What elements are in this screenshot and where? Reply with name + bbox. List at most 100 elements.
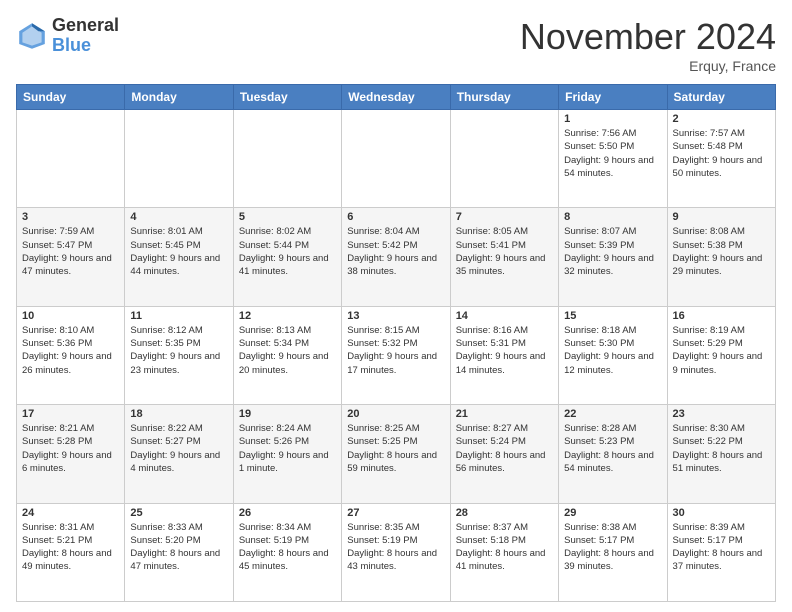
day-number: 17	[22, 408, 119, 420]
day-number: 14	[456, 310, 553, 322]
calendar-table: Sunday Monday Tuesday Wednesday Thursday…	[16, 84, 776, 602]
day-info: Sunrise: 7:56 AM Sunset: 5:50 PM Dayligh…	[564, 127, 661, 180]
week-row-3: 17 Sunrise: 8:21 AM Sunset: 5:28 PM Dayli…	[17, 405, 776, 503]
day-cell: 29Sunrise: 8:38 AM Sunset: 5:17 PM Dayli…	[559, 503, 667, 601]
day-cell: 28 Sunrise: 8:37 AM Sunset: 5:18 PM Dayli…	[450, 503, 558, 601]
day-info: Sunrise: 8:08 AM Sunset: 5:38 PM Dayligh…	[673, 225, 770, 278]
logo-icon	[16, 20, 48, 52]
day-cell	[125, 110, 233, 208]
day-cell: 21Sunrise: 8:27 AM Sunset: 5:24 PM Dayli…	[450, 405, 558, 503]
day-number: 24	[22, 507, 119, 519]
day-number: 1	[564, 113, 661, 125]
day-number: 13	[347, 310, 444, 322]
day-number: 10	[22, 310, 119, 322]
day-info: Sunrise: 8:31 AM Sunset: 5:21 PM Dayligh…	[22, 521, 119, 574]
day-info: Sunrise: 8:37 AM Sunset: 5:18 PM Dayligh…	[456, 521, 553, 574]
day-number: 22	[564, 408, 661, 420]
title-section: November 2024 Erquy, France	[520, 16, 776, 74]
col-sunday: Sunday	[17, 85, 125, 110]
day-info: Sunrise: 8:22 AM Sunset: 5:27 PM Dayligh…	[130, 422, 227, 475]
day-info: Sunrise: 8:35 AM Sunset: 5:19 PM Dayligh…	[347, 521, 444, 574]
col-saturday: Saturday	[667, 85, 775, 110]
day-cell: 22 Sunrise: 8:28 AM Sunset: 5:23 PM Dayli…	[559, 405, 667, 503]
day-info: Sunrise: 8:02 AM Sunset: 5:44 PM Dayligh…	[239, 225, 336, 278]
day-number: 25	[130, 507, 227, 519]
week-row-4: 24 Sunrise: 8:31 AM Sunset: 5:21 PM Dayli…	[17, 503, 776, 601]
day-number: 30	[673, 507, 770, 519]
day-number: 6	[347, 211, 444, 223]
day-info: Sunrise: 7:59 AM Sunset: 5:47 PM Dayligh…	[22, 225, 119, 278]
day-info: Sunrise: 8:38 AM Sunset: 5:17 PM Dayligh…	[564, 521, 661, 574]
day-info: Sunrise: 8:27 AM Sunset: 5:24 PM Dayligh…	[456, 422, 553, 475]
logo-text: General Blue	[52, 16, 119, 56]
day-number: 20	[347, 408, 444, 420]
day-number: 3	[22, 211, 119, 223]
day-info: Sunrise: 8:24 AM Sunset: 5:26 PM Dayligh…	[239, 422, 336, 475]
day-info: Sunrise: 8:12 AM Sunset: 5:35 PM Dayligh…	[130, 324, 227, 377]
day-info: Sunrise: 8:04 AM Sunset: 5:42 PM Dayligh…	[347, 225, 444, 278]
day-cell: 8Sunrise: 8:07 AM Sunset: 5:39 PM Daylig…	[559, 208, 667, 306]
day-cell: 15Sunrise: 8:18 AM Sunset: 5:30 PM Dayli…	[559, 306, 667, 404]
logo-general-text: General	[52, 16, 119, 36]
header-row: Sunday Monday Tuesday Wednesday Thursday…	[17, 85, 776, 110]
logo: General Blue	[16, 16, 119, 56]
day-info: Sunrise: 8:15 AM Sunset: 5:32 PM Dayligh…	[347, 324, 444, 377]
day-number: 19	[239, 408, 336, 420]
calendar-body: 1 Sunrise: 7:56 AM Sunset: 5:50 PM Daylig…	[17, 110, 776, 602]
day-number: 28	[456, 507, 553, 519]
day-cell: 6 Sunrise: 8:04 AM Sunset: 5:42 PM Daylig…	[342, 208, 450, 306]
day-info: Sunrise: 8:34 AM Sunset: 5:19 PM Dayligh…	[239, 521, 336, 574]
col-friday: Friday	[559, 85, 667, 110]
day-number: 11	[130, 310, 227, 322]
day-cell: 3 Sunrise: 7:59 AM Sunset: 5:47 PM Daylig…	[17, 208, 125, 306]
day-cell: 12 Sunrise: 8:13 AM Sunset: 5:34 PM Dayli…	[233, 306, 341, 404]
day-info: Sunrise: 8:19 AM Sunset: 5:29 PM Dayligh…	[673, 324, 770, 377]
day-info: Sunrise: 8:10 AM Sunset: 5:36 PM Dayligh…	[22, 324, 119, 377]
day-cell: 24 Sunrise: 8:31 AM Sunset: 5:21 PM Dayli…	[17, 503, 125, 601]
header: General Blue November 2024 Erquy, France	[16, 16, 776, 74]
day-cell: 4 Sunrise: 8:01 AM Sunset: 5:45 PM Daylig…	[125, 208, 233, 306]
day-cell: 18 Sunrise: 8:22 AM Sunset: 5:27 PM Dayli…	[125, 405, 233, 503]
day-cell: 25 Sunrise: 8:33 AM Sunset: 5:20 PM Dayli…	[125, 503, 233, 601]
day-info: Sunrise: 8:33 AM Sunset: 5:20 PM Dayligh…	[130, 521, 227, 574]
col-thursday: Thursday	[450, 85, 558, 110]
day-cell: 5 Sunrise: 8:02 AM Sunset: 5:44 PM Daylig…	[233, 208, 341, 306]
day-number: 2	[673, 113, 770, 125]
day-info: Sunrise: 8:13 AM Sunset: 5:34 PM Dayligh…	[239, 324, 336, 377]
day-number: 26	[239, 507, 336, 519]
day-number: 7	[456, 211, 553, 223]
day-cell: 19 Sunrise: 8:24 AM Sunset: 5:26 PM Dayli…	[233, 405, 341, 503]
col-wednesday: Wednesday	[342, 85, 450, 110]
calendar-header: Sunday Monday Tuesday Wednesday Thursday…	[17, 85, 776, 110]
day-cell: 11 Sunrise: 8:12 AM Sunset: 5:35 PM Dayli…	[125, 306, 233, 404]
day-number: 15	[564, 310, 661, 322]
day-cell: 10 Sunrise: 8:10 AM Sunset: 5:36 PM Dayli…	[17, 306, 125, 404]
day-number: 4	[130, 211, 227, 223]
logo-blue-text: Blue	[52, 36, 119, 56]
day-info: Sunrise: 8:39 AM Sunset: 5:17 PM Dayligh…	[673, 521, 770, 574]
day-cell: 26 Sunrise: 8:34 AM Sunset: 5:19 PM Dayli…	[233, 503, 341, 601]
day-info: Sunrise: 8:01 AM Sunset: 5:45 PM Dayligh…	[130, 225, 227, 278]
week-row-2: 10 Sunrise: 8:10 AM Sunset: 5:36 PM Dayli…	[17, 306, 776, 404]
day-number: 16	[673, 310, 770, 322]
col-monday: Monday	[125, 85, 233, 110]
day-cell: 2Sunrise: 7:57 AM Sunset: 5:48 PM Daylig…	[667, 110, 775, 208]
day-number: 5	[239, 211, 336, 223]
col-tuesday: Tuesday	[233, 85, 341, 110]
day-info: Sunrise: 8:25 AM Sunset: 5:25 PM Dayligh…	[347, 422, 444, 475]
day-cell: 17 Sunrise: 8:21 AM Sunset: 5:28 PM Dayli…	[17, 405, 125, 503]
day-number: 18	[130, 408, 227, 420]
day-cell: 1 Sunrise: 7:56 AM Sunset: 5:50 PM Daylig…	[559, 110, 667, 208]
day-cell	[17, 110, 125, 208]
day-info: Sunrise: 8:28 AM Sunset: 5:23 PM Dayligh…	[564, 422, 661, 475]
day-cell	[450, 110, 558, 208]
day-number: 12	[239, 310, 336, 322]
day-info: Sunrise: 8:21 AM Sunset: 5:28 PM Dayligh…	[22, 422, 119, 475]
week-row-0: 1 Sunrise: 7:56 AM Sunset: 5:50 PM Daylig…	[17, 110, 776, 208]
day-info: Sunrise: 8:05 AM Sunset: 5:41 PM Dayligh…	[456, 225, 553, 278]
day-cell: 9Sunrise: 8:08 AM Sunset: 5:38 PM Daylig…	[667, 208, 775, 306]
day-info: Sunrise: 8:30 AM Sunset: 5:22 PM Dayligh…	[673, 422, 770, 475]
month-title: November 2024	[520, 16, 776, 58]
day-number: 27	[347, 507, 444, 519]
page: General Blue November 2024 Erquy, France…	[0, 0, 792, 612]
